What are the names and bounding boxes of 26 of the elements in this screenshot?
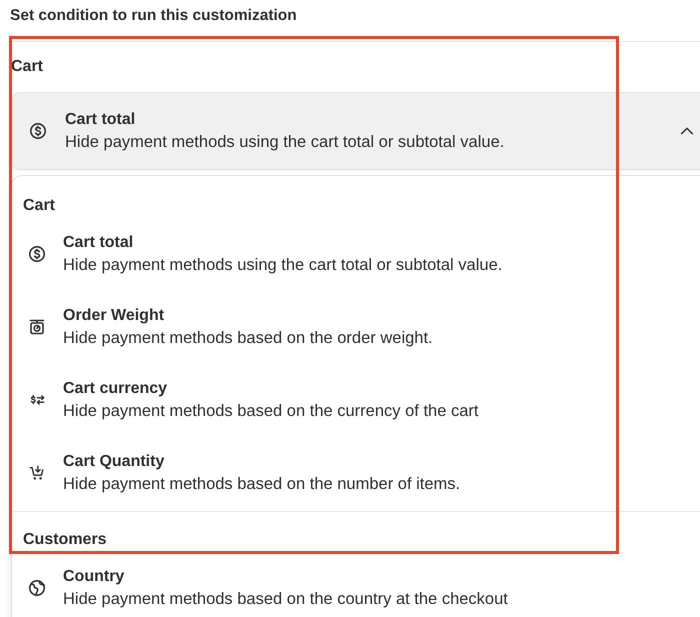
- option-title: Cart total: [63, 233, 134, 253]
- group-heading: Customers: [22, 530, 108, 550]
- section-heading: Set condition to run this customization: [10, 7, 297, 24]
- condition-select[interactable]: Cart total Hide payment methods using the cart total or subtotal value.: [12, 93, 700, 169]
- globe-icon: [29, 580, 45, 596]
- menu-option[interactable]: Order Weight Hide payment methods based on the order weight.: [12, 290, 700, 363]
- dollar-circle-icon: [29, 246, 45, 262]
- option-description: Hide payment methods based on the number of items.: [63, 474, 462, 495]
- menu-option[interactable]: Cart Quantity Hide payment methods based on the number of items.: [12, 436, 700, 509]
- option-title: Country: [63, 567, 126, 587]
- scale-icon: [29, 319, 45, 335]
- chevron-icon: [681, 127, 693, 135]
- menu-option[interactable]: Cart currency Hide payment methods based on the currency of the cart: [12, 363, 700, 436]
- option-description: Hide payment methods based on the currency of the cart: [63, 401, 480, 422]
- option-title: Order Weight: [63, 306, 166, 326]
- option-description: Hide payment methods using the cart total or subtotal value.: [63, 255, 504, 276]
- menu-option[interactable]: Country Hide payment methods based on the country at the checkout: [12, 551, 700, 617]
- option-title: Cart currency: [63, 379, 168, 399]
- option-description: Hide payment methods based on the order weight.: [63, 328, 434, 349]
- option-title: Cart Quantity: [63, 452, 166, 472]
- field-label: Cart: [11, 57, 44, 77]
- cart-download-icon: [29, 465, 45, 481]
- group-heading: Cart: [22, 196, 56, 216]
- dollar-circle-icon: [30, 123, 46, 139]
- option-description: Hide payment methods based on the country at the checkout: [63, 589, 509, 610]
- menu-option[interactable]: Cart total Hide payment methods using the cart total or subtotal value.: [12, 217, 700, 290]
